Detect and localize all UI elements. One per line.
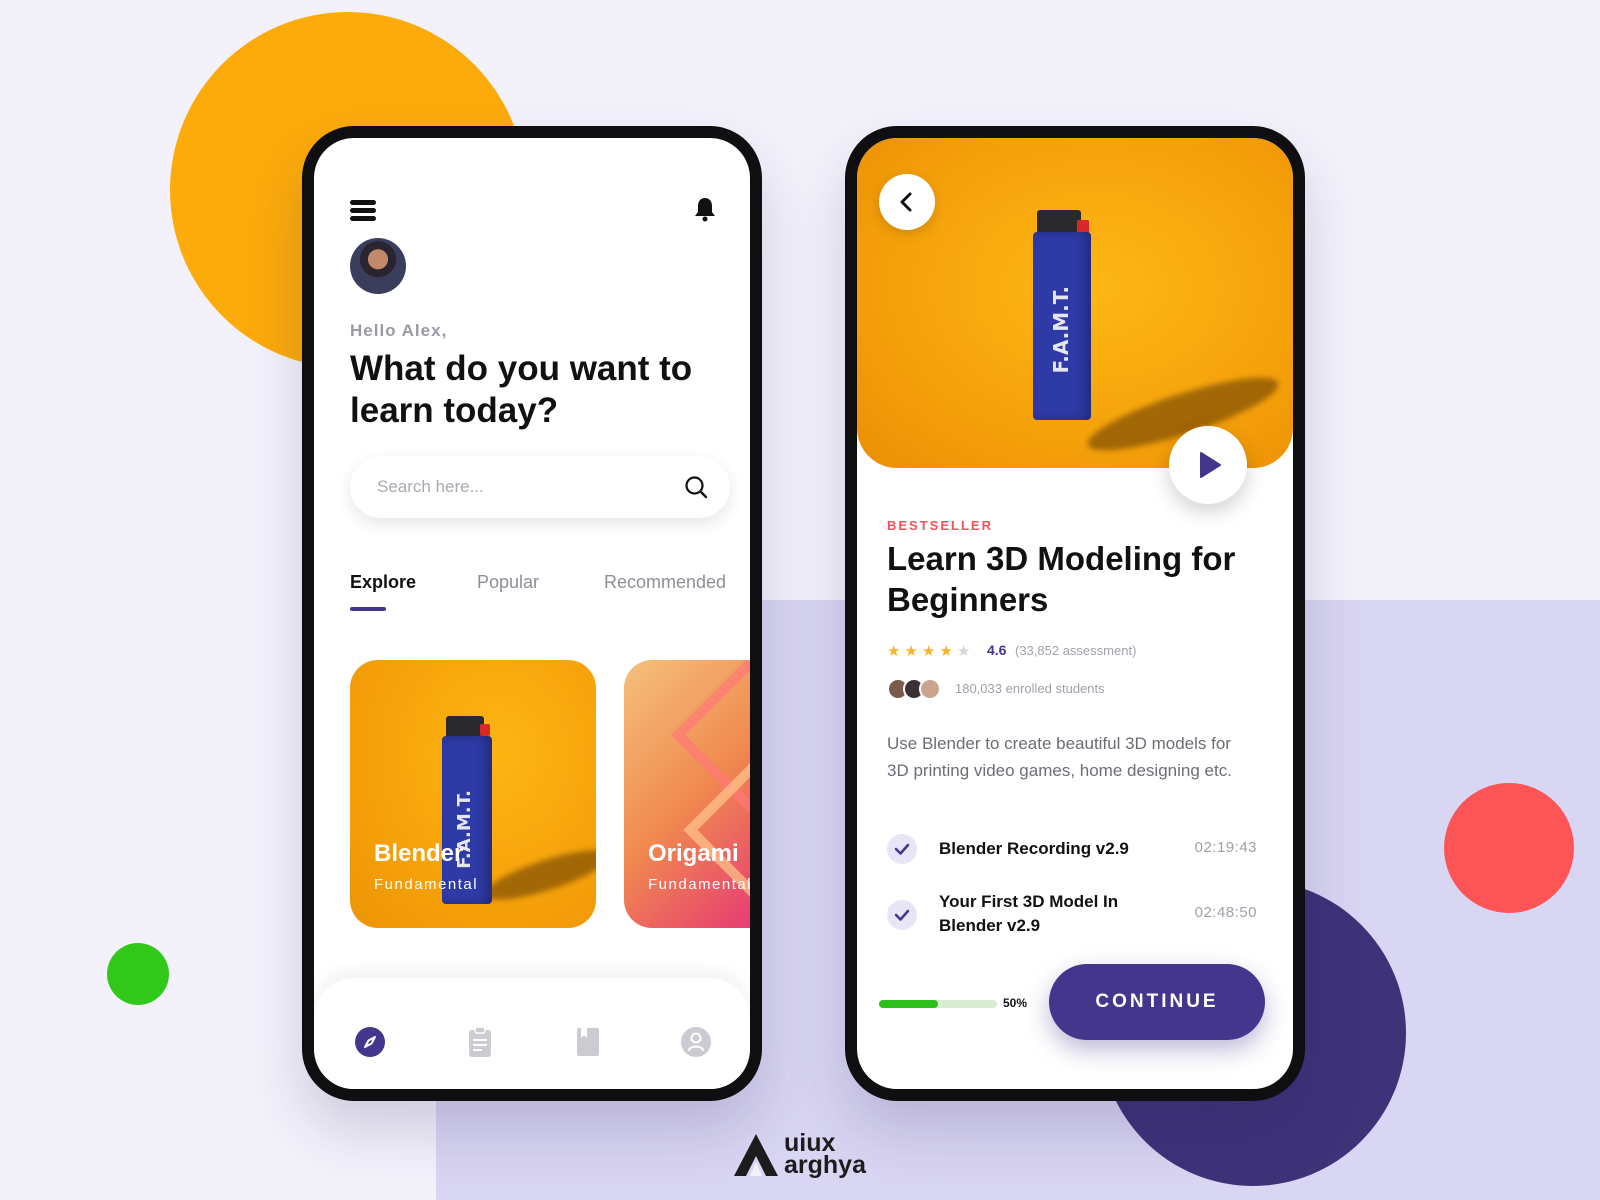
home-screen: Hello Alex, What do you want to learn to… (314, 138, 750, 1089)
tab-explore[interactable]: Explore (350, 572, 416, 593)
brand-line2: arghya (784, 1151, 866, 1179)
star-icon: ★ (887, 643, 905, 660)
tab-active-indicator (350, 607, 386, 611)
play-icon (1200, 452, 1221, 478)
lesson-duration: 02:48:50 (1194, 904, 1257, 921)
card-title: Origami (648, 840, 739, 867)
back-button[interactable] (879, 174, 935, 230)
decor-circle-green (107, 943, 169, 1005)
lesson-name: Your First 3D Model In Blender v2.9 (939, 892, 1119, 935)
card-subtitle: Fundamental (648, 876, 750, 893)
star-icon: ★ (904, 643, 922, 660)
brand-mark-icon (734, 1134, 778, 1176)
star-icon: ★ (939, 643, 957, 660)
course-card-origami[interactable]: Origami Fundamental (624, 660, 750, 928)
profile-icon[interactable] (680, 1026, 712, 1058)
progress-fill (879, 1000, 938, 1008)
course-description: Use Blender to create beautiful 3D model… (887, 734, 1232, 780)
phone-course-detail: F.A.M.T. BESTSELLER Learn 3D Modeling fo… (845, 126, 1305, 1101)
lighter-image: F.A.M.T. (1033, 204, 1293, 464)
phone-home: Hello Alex, What do you want to learn to… (302, 126, 762, 1101)
book-icon[interactable] (572, 1026, 604, 1058)
star-rating: ★★★★★ (887, 642, 974, 660)
course-title: Learn 3D Modeling for Beginners (887, 540, 1236, 618)
brand-logo: uiux arghya (732, 1131, 892, 1182)
tab-recommended[interactable]: Recommended (604, 572, 726, 593)
student-avatars (887, 678, 947, 700)
course-detail-screen: F.A.M.T. BESTSELLER Learn 3D Modeling fo… (857, 138, 1293, 1089)
play-button[interactable] (1169, 426, 1247, 504)
star-icon: ★ (956, 643, 975, 660)
lighter-label: F.A.M.T. (1049, 286, 1073, 374)
assessment-count: (33,852 assessment) (1015, 643, 1137, 658)
star-icon: ★ (921, 643, 940, 660)
compass-icon[interactable] (354, 1026, 386, 1058)
progress-bar (879, 1000, 997, 1008)
enrolled-count: 180,033 enrolled students (955, 681, 1105, 696)
chevron-left-icon (900, 192, 912, 212)
menu-icon[interactable] (350, 200, 376, 222)
avatar[interactable] (350, 238, 406, 294)
decor-circle-red (1444, 783, 1574, 913)
tab-popular[interactable]: Popular (477, 572, 539, 593)
greeting: Hello Alex, (350, 321, 448, 340)
check-icon (887, 834, 917, 864)
bestseller-badge: BESTSELLER (887, 518, 993, 533)
progress-label: 50% (1003, 996, 1028, 1010)
clipboard-icon[interactable] (464, 1026, 496, 1058)
card-title: Blender (374, 840, 464, 867)
check-icon (887, 900, 917, 930)
lesson-duration: 02:19:43 (1194, 839, 1257, 856)
course-card-blender[interactable]: F.A.M.T. Blender Fundamental (350, 660, 596, 928)
bottom-nav (314, 978, 750, 1089)
rating-value: 4.6 (987, 642, 1007, 658)
search-icon[interactable] (684, 475, 708, 499)
brand-name: uiux arghya (784, 1131, 866, 1179)
search-input[interactable]: Search here... (377, 477, 484, 497)
lesson-name: Blender Recording v2.9 (939, 839, 1129, 858)
card-subtitle: Fundamental (374, 876, 479, 893)
course-hero-image: F.A.M.T. (857, 138, 1293, 468)
bell-icon[interactable] (694, 196, 716, 222)
continue-button[interactable]: CONTINUE (1049, 964, 1265, 1040)
page-title: What do you want to learn today? (350, 349, 693, 430)
search-box[interactable]: Search here... (350, 456, 730, 518)
